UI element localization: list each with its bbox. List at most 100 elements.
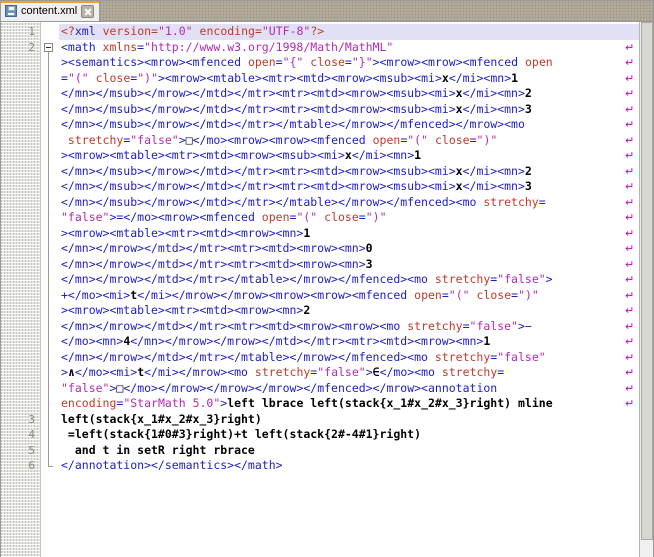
word-wrap-marker: ↵: [625, 350, 635, 364]
line-number: 6: [28, 459, 35, 472]
line-number: [28, 396, 35, 412]
line-number: [28, 117, 35, 133]
code-line: </mo><mn>4</mn></mrow></mrow></mtd></mtr…: [61, 334, 491, 348]
close-icon[interactable]: [81, 4, 95, 18]
code-line: <math xmlns="http://www.w3.org/1998/Math…: [61, 39, 394, 54]
line-number: [28, 55, 35, 71]
code-line: </mn></mrow></mtd></mtr><mtr><mtd><mrow>…: [61, 256, 373, 271]
code-line: </mn></msub></mrow></mtd></mtr></mtable>…: [61, 117, 525, 131]
code-line: </mn></msub></mrow></mtd></mtr><mtr><mtd…: [61, 163, 532, 178]
code-line: =left(stack{1#0#3}right)+t left(stack{2#…: [61, 427, 422, 441]
line-number: [28, 303, 35, 319]
word-wrap-marker: ↵: [625, 102, 635, 116]
code-line: </mn></msub></mrow></mtd></mtr><mtr><mtd…: [61, 86, 532, 100]
line-number: [28, 179, 35, 195]
line-number: [28, 148, 35, 164]
word-wrap-marker: ↵: [625, 180, 635, 193]
word-wrap-marker: ↵: [625, 335, 635, 348]
code-line: >∧</mo><mi>t</mi></mrow><mo stretchy="fa…: [61, 365, 505, 379]
word-wrap-marker: ↵: [625, 71, 635, 85]
word-wrap-marker: ↵: [625, 242, 635, 255]
line-number: 1: [28, 25, 35, 38]
word-wrap-marker: ↵: [625, 133, 635, 147]
code-area[interactable]: <?xml version="1.0" encoding="UTF-8"?> <m…: [59, 22, 653, 557]
code-line: ><mrow><mtable><mtr><mtd><mrow><mn>1: [61, 225, 311, 240]
line-number: [28, 272, 35, 288]
line-number: [28, 71, 35, 87]
line-number: [28, 102, 35, 118]
code-line: </mn></msub></mrow></mtd></mtr></mtable>…: [61, 194, 546, 209]
code-line: </mn></msub></mrow></mtd></mtr><mtr><mtd…: [61, 101, 532, 116]
line-number: [28, 381, 35, 397]
editor-body: 1 2 3 4 5 6 <?xml version="1.0" encoding="UTF…: [1, 22, 653, 557]
code-line: <?xml version="1.0" encoding="UTF-8"?>: [61, 24, 325, 38]
code-line: "false">□</mo></mrow></mrow></mrow></mfe…: [61, 380, 498, 395]
line-number: [28, 350, 35, 366]
word-wrap-marker: ↵: [625, 273, 635, 286]
word-wrap-marker: ↵: [625, 366, 635, 379]
code-line: </mn></mrow></mtd></mtr><mtr><mtd><mrow>…: [61, 241, 373, 255]
code-folding-column[interactable]: [41, 22, 59, 557]
word-wrap-marker: ↵: [625, 40, 635, 54]
word-wrap-marker: ↵: [625, 56, 635, 69]
vertical-scrollbar[interactable]: [639, 22, 653, 557]
code-line: stretchy="false">□</mo><mrow><mrow><mfen…: [61, 132, 498, 147]
code-line: +</mo><mi>t</mi></mrow></mrow><mrow><mro…: [61, 287, 539, 302]
code-line: left(stack{x_1#x_2#x_3}right): [61, 411, 262, 426]
word-wrap-marker: ↵: [625, 257, 635, 271]
word-wrap-marker: ↵: [625, 164, 635, 178]
word-wrap-marker: ↵: [625, 118, 635, 131]
xml-editor-window: content.xml 1 2 3 4 5 6 <?xml version="1.0" e…: [0, 0, 654, 557]
fold-range-end: [48, 466, 53, 467]
line-number: [28, 288, 35, 304]
line-number: 2: [28, 40, 35, 54]
line-number: [28, 226, 35, 242]
code-line: </mn></mrow></mtd></mtr></mtable></mrow>…: [61, 272, 553, 286]
line-number: [28, 365, 35, 381]
code-line: ="(" close=")"><mrow><mtable><mtr><mtd><…: [61, 70, 519, 85]
word-wrap-marker: ↵: [625, 381, 635, 395]
code-line: "false">=</mo><mrow><mfenced open="(" cl…: [61, 210, 387, 224]
code-line: and t in setR right rbrace: [61, 442, 255, 457]
line-number: [28, 210, 35, 226]
code-lines: <?xml version="1.0" encoding="UTF-8"?> <m…: [59, 22, 653, 474]
code-line: encoding="StarMath 5.0">left lbrace left…: [61, 396, 553, 410]
line-number: [28, 319, 35, 335]
code-line: ><mrow><mtable><mtr><mtd><mrow><msub><mi…: [61, 148, 422, 162]
line-number: 5: [28, 443, 35, 457]
code-line: </annotation></semantics></math>: [61, 458, 283, 472]
scrollbar-thumb[interactable]: [641, 22, 653, 540]
line-number-gutter: 1 2 3 4 5 6: [1, 22, 41, 557]
tab-content-xml[interactable]: content.xml: [1, 1, 101, 21]
word-wrap-marker: ↵: [625, 288, 635, 302]
line-number: [28, 195, 35, 211]
line-number-list: 1 2 3 4 5 6: [28, 24, 35, 474]
line-number: 4: [28, 428, 35, 441]
code-line: </mn></mrow></mtd></mtr></mtable></mrow>…: [61, 349, 546, 364]
line-number: [28, 133, 35, 149]
fold-toggle-icon[interactable]: [44, 42, 53, 52]
tab-title: content.xml: [21, 4, 78, 17]
word-wrap-marker: ↵: [625, 211, 635, 224]
fold-range-line: [48, 51, 49, 466]
tab-bar-empty-area: [100, 1, 653, 21]
code-line: ><mrow><mtable><mtr><mtd><mrow><mn>2: [61, 303, 311, 317]
line-number: [28, 241, 35, 257]
word-wrap-marker: ↵: [625, 195, 635, 209]
line-number: 3: [28, 412, 35, 426]
word-wrap-marker: ↵: [625, 319, 635, 333]
line-number: [28, 86, 35, 102]
line-number: [28, 334, 35, 350]
word-wrap-marker: ↵: [625, 149, 635, 162]
code-line: </mn></mrow></mtd></mtr><mtr><mtd><mrow>…: [61, 318, 532, 333]
code-line: </mn></msub></mrow></mtd></mtr><mtr><mtd…: [61, 179, 532, 193]
word-wrap-marker: ↵: [625, 397, 635, 410]
code-line: ><semantics><mrow><mfenced open="{" clos…: [61, 55, 553, 69]
save-disk-icon: [5, 5, 17, 17]
word-wrap-marker: ↵: [625, 226, 635, 240]
tab-bar: content.xml: [1, 1, 653, 22]
line-number: [28, 257, 35, 273]
word-wrap-marker: ↵: [625, 87, 635, 100]
word-wrap-marker: ↵: [625, 304, 635, 317]
line-number: [28, 164, 35, 180]
